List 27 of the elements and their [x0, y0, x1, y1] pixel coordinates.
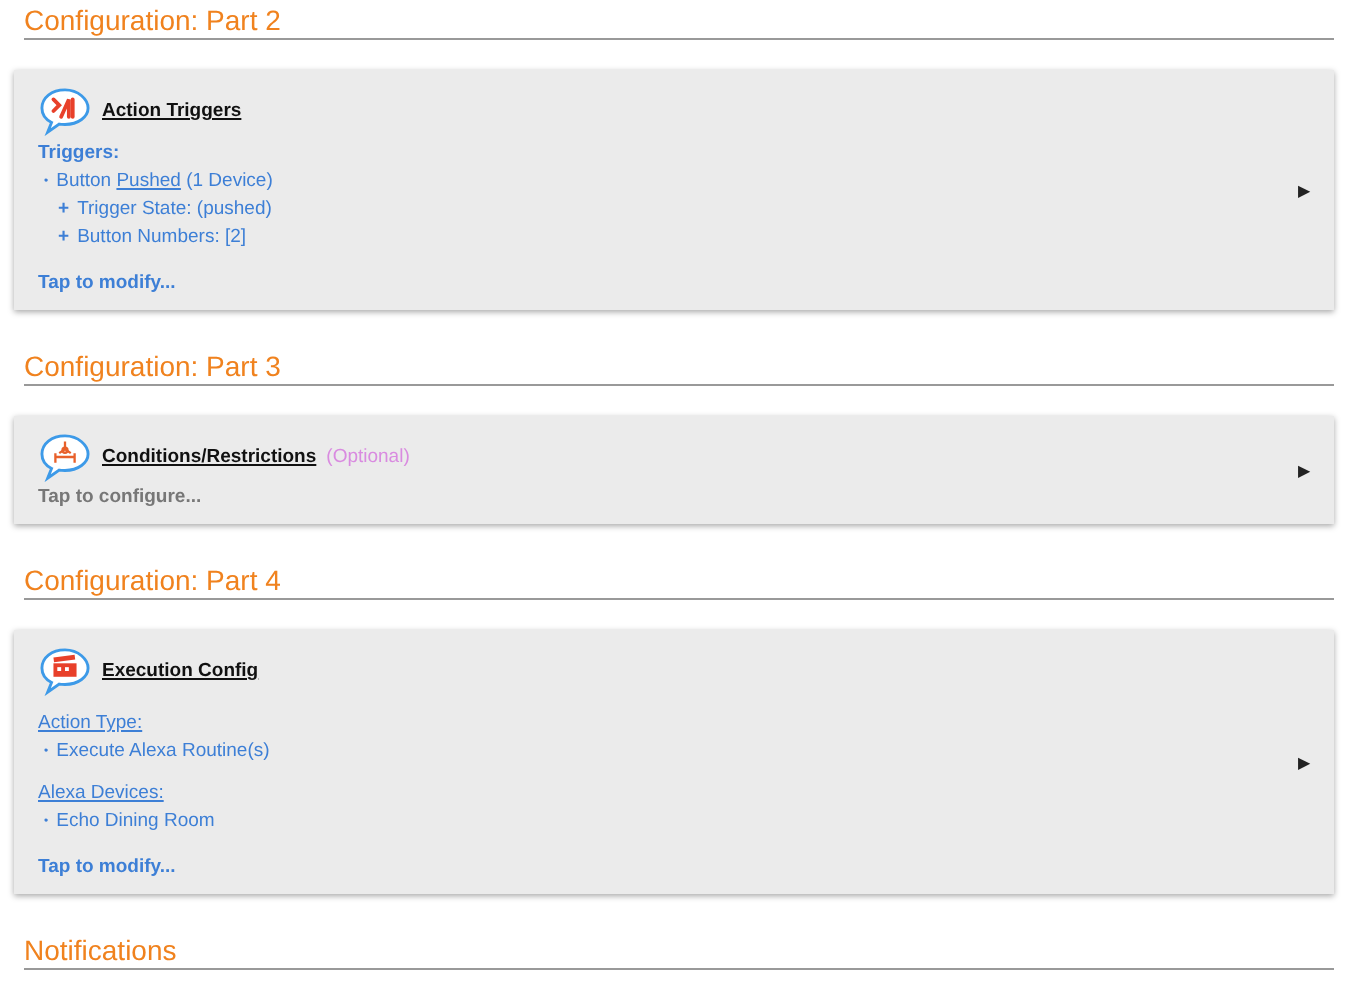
list-marker: + — [58, 224, 70, 252]
section-heading: Notifications — [24, 930, 1334, 970]
tap-hint: Tap to modify... — [38, 272, 178, 294]
arrow-icon: ▶ — [1298, 181, 1310, 199]
arrow-icon: ▶ — [1298, 753, 1310, 771]
section-heading: Configuration: Part 4 — [24, 560, 1334, 600]
network-bubble-icon — [38, 432, 92, 482]
clapperboard-bubble-icon — [38, 646, 92, 696]
section-heading: Configuration: Part 3 — [24, 346, 1334, 386]
arrow-icon: ▶ — [1298, 461, 1310, 479]
optional-note: (Optional) — [326, 446, 410, 468]
card-title: Execution Config — [102, 660, 259, 682]
detail-text: Trigger State: (pushed) — [77, 196, 272, 224]
list-marker: + — [58, 196, 70, 224]
card-title: Action Triggers — [102, 100, 242, 122]
detail-text: Echo Dining Room — [56, 808, 215, 836]
card-title: Conditions/Restrictions — [102, 446, 317, 468]
tap-hint: Tap to modify... — [38, 856, 178, 878]
section-heading: Configuration: Part 2 — [24, 0, 1334, 40]
tap-hint: Tap to configure... — [38, 486, 204, 508]
detail-text: Alexa Devices: — [38, 780, 164, 808]
detail-text: Execute Alexa Routine(s) — [56, 738, 270, 766]
detail-text: Triggers: — [38, 140, 120, 168]
detail-text: Button Numbers: [2] — [77, 224, 247, 252]
detail-text: Action Type: — [38, 710, 143, 738]
settings-card[interactable]: Conditions/Restrictions (Optional) Tap to configure... ▶ — [14, 416, 1334, 524]
detail-text: Button Pushed (1 Device) — [56, 168, 273, 196]
